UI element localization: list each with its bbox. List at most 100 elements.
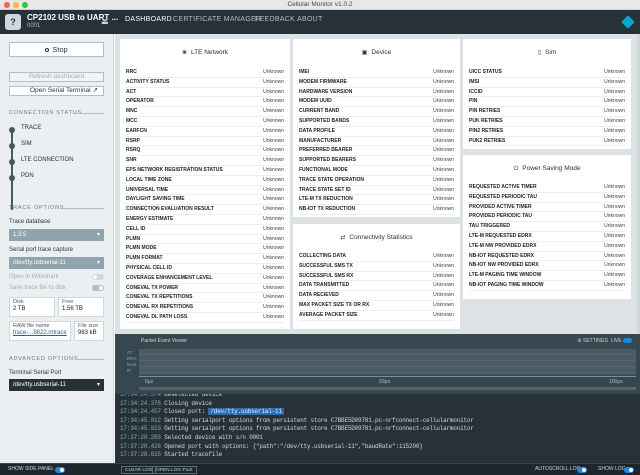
info-row-value: Unknown xyxy=(604,118,625,124)
show-side-panel-toggle[interactable] xyxy=(55,467,65,473)
event-timeline[interactable] xyxy=(139,349,636,375)
eject-icon[interactable]: ⏏ xyxy=(101,17,109,26)
timeline-lane xyxy=(139,367,636,373)
trace-database-select[interactable]: 1.3.5 ▾ xyxy=(9,229,104,241)
card-title: ▣ Device xyxy=(293,49,460,56)
info-row-key: MAX PACKET SIZE TX OR RX xyxy=(299,302,370,308)
event-viewer-title: Packet Event Viewer xyxy=(141,338,188,344)
show-log-toggle[interactable] xyxy=(624,467,634,473)
info-row-value: Unknown xyxy=(263,167,284,173)
info-row-value: Unknown xyxy=(604,88,625,95)
usb-device-icon[interactable]: ? xyxy=(5,14,21,30)
info-row-value: Unknown xyxy=(433,176,454,183)
refresh-dashboard-button[interactable]: Refresh dashboard xyxy=(9,72,104,82)
info-row-key: NB-IOT TX REDUCTION xyxy=(299,206,356,213)
info-row-key: SUPPORTED BANDS xyxy=(299,118,350,124)
info-row: MODEM FIRMWARE Unknown xyxy=(299,78,454,88)
raw-file-link[interactable]: trace-...9822.mtrace xyxy=(13,330,67,336)
info-row-key: IMEI xyxy=(299,69,310,75)
save-trace-toggle[interactable] xyxy=(92,285,104,291)
external-link-icon: ↗ xyxy=(92,87,98,94)
disk-value: 2 TB xyxy=(13,306,26,312)
info-row-key: SUCCESSFUL SMS TX xyxy=(299,262,353,269)
card-title-text: Device xyxy=(371,49,392,56)
status-dot-icon xyxy=(9,127,15,133)
stop-button[interactable]: Stop xyxy=(9,42,104,57)
open-wireshark-toggle[interactable] xyxy=(92,274,104,280)
info-row: FUNCTIONAL MODE Unknown xyxy=(299,166,454,176)
info-row-value: Unknown xyxy=(604,137,625,144)
info-row: RRC Unknown xyxy=(126,68,284,78)
info-row-key: PIN xyxy=(469,98,478,105)
cell-tower-icon: ❀ xyxy=(181,50,187,56)
minimize-window-icon[interactable] xyxy=(13,2,19,8)
info-row-key: COVERAGE ENHANCEMENT LEVEL xyxy=(126,274,213,281)
disk-stat: Disk 2 TB xyxy=(9,297,55,317)
info-row-key: CONEVAL TX REPETITIONS xyxy=(126,294,193,301)
close-window-icon[interactable] xyxy=(4,2,10,8)
top-navigation-bar: ? CP2102 USB to UART ... 0001 ⏏ DASHBOAR… xyxy=(0,10,640,34)
tab-certificate-manager[interactable]: CERTIFICATE MANAGER xyxy=(173,16,261,23)
info-row-value: Unknown xyxy=(433,108,454,115)
log-message: Getting serialport options from persiste… xyxy=(164,416,474,424)
timeline-scrollbar[interactable] xyxy=(139,387,636,390)
open-serial-terminal-label: Open Serial Terminal xyxy=(30,87,91,94)
axis-tick-label: 0μs xyxy=(145,379,154,385)
info-row: TRACE STATE SET ID Unknown xyxy=(299,186,454,196)
info-row-key: EARFCN xyxy=(126,127,147,134)
step-label: SIM xyxy=(21,141,32,147)
info-row: PREFERRED BEARER Unknown xyxy=(299,146,454,157)
event-viewer-live-toggle[interactable]: LIVE xyxy=(611,338,632,344)
info-row-value: Unknown xyxy=(263,157,284,164)
card-title-text: Power Saving Mode xyxy=(522,165,581,172)
log-entry: 17:34:45.023 Getting serialport options … xyxy=(120,425,474,432)
step-lte-connection: LTE CONNECTION xyxy=(9,156,109,168)
info-row: PUK2 RETRIES Unknown xyxy=(469,137,625,147)
info-row-value: Unknown xyxy=(604,98,625,105)
card-title: ⏻ Power Saving Mode xyxy=(463,165,631,173)
info-row-key: CURRENT BAND xyxy=(299,108,340,115)
tab-dashboard[interactable]: DASHBOARD xyxy=(125,16,172,23)
info-row-value: Unknown xyxy=(433,292,454,299)
tab-about[interactable]: ABOUT xyxy=(297,16,323,23)
maximize-window-icon[interactable] xyxy=(22,2,28,8)
info-row: MAX PACKET SIZE TX OR RX Unknown xyxy=(299,301,454,311)
card-title-text: Connectivity Statistics xyxy=(349,234,413,241)
info-row-value: Unknown xyxy=(263,147,284,154)
info-row: CONEVAL RX REPETITIONS Unknown xyxy=(126,303,284,313)
open-serial-terminal-button[interactable]: Open Serial Terminal ↗ xyxy=(9,86,104,96)
info-row: CONEVAL TX REPETITIONS Unknown xyxy=(126,293,284,304)
info-row: DATA PROFILE Unknown xyxy=(299,127,454,137)
chevron-down-icon: ▾ xyxy=(96,232,100,238)
log-timestamp: 17:34:24.376 xyxy=(120,399,161,407)
info-row-key: FUNCTIONAL MODE xyxy=(299,167,348,173)
terminal-port-select[interactable]: /dev/tty.usbserial-11 ▾ xyxy=(9,379,104,391)
info-row-key: LTE-M NW PROVIDED EDRX xyxy=(469,242,537,249)
info-row-key: REQUESTED ACTIVE TIMER xyxy=(469,184,537,190)
info-row-value: Unknown xyxy=(433,253,454,259)
status-dot-icon xyxy=(9,175,15,181)
card-sim: ▯ Sim UICC STATUS Unknown IMSI Unknown ICCID U… xyxy=(463,39,631,149)
free-label: Free xyxy=(62,299,74,305)
info-row-value: Unknown xyxy=(263,196,284,203)
info-row-value: Unknown xyxy=(263,225,284,232)
info-row-value: Unknown xyxy=(263,265,284,271)
log-entry: 17:34:24.376 Closing device xyxy=(120,400,212,407)
info-row-key: MANUFACTURER xyxy=(299,137,342,144)
free-value: 1.56 TB xyxy=(62,306,83,312)
info-row-value: Unknown xyxy=(433,196,454,203)
info-row-value: Unknown xyxy=(604,69,625,75)
open-log-file-button[interactable]: OPEN LOG FILE xyxy=(152,466,197,474)
event-viewer-settings-button[interactable]: ⚙ SETTINGS xyxy=(577,338,608,344)
tab-feedback[interactable]: FEEDBACK xyxy=(255,16,295,23)
serial-capture-select[interactable]: /dev/tty.usbserial-11 ▾ xyxy=(9,257,104,269)
autoscroll-log-toggle[interactable] xyxy=(577,467,587,473)
info-row: ACTIVITY STATUS Unknown xyxy=(126,78,284,88)
info-row-value: Unknown xyxy=(604,233,625,239)
timeline-axis: 0μs 50μs 100μs xyxy=(139,376,636,385)
info-row-key: NB-IOT NW PROVIDED EDRX xyxy=(469,262,539,269)
info-row-value: Unknown xyxy=(433,206,454,213)
log-entry: 17:37:20.428 Opened port with options: {… xyxy=(120,443,423,450)
nordic-logo-icon xyxy=(621,15,635,29)
info-row: PROVIDED PERIODIC TAU Unknown xyxy=(469,212,625,223)
